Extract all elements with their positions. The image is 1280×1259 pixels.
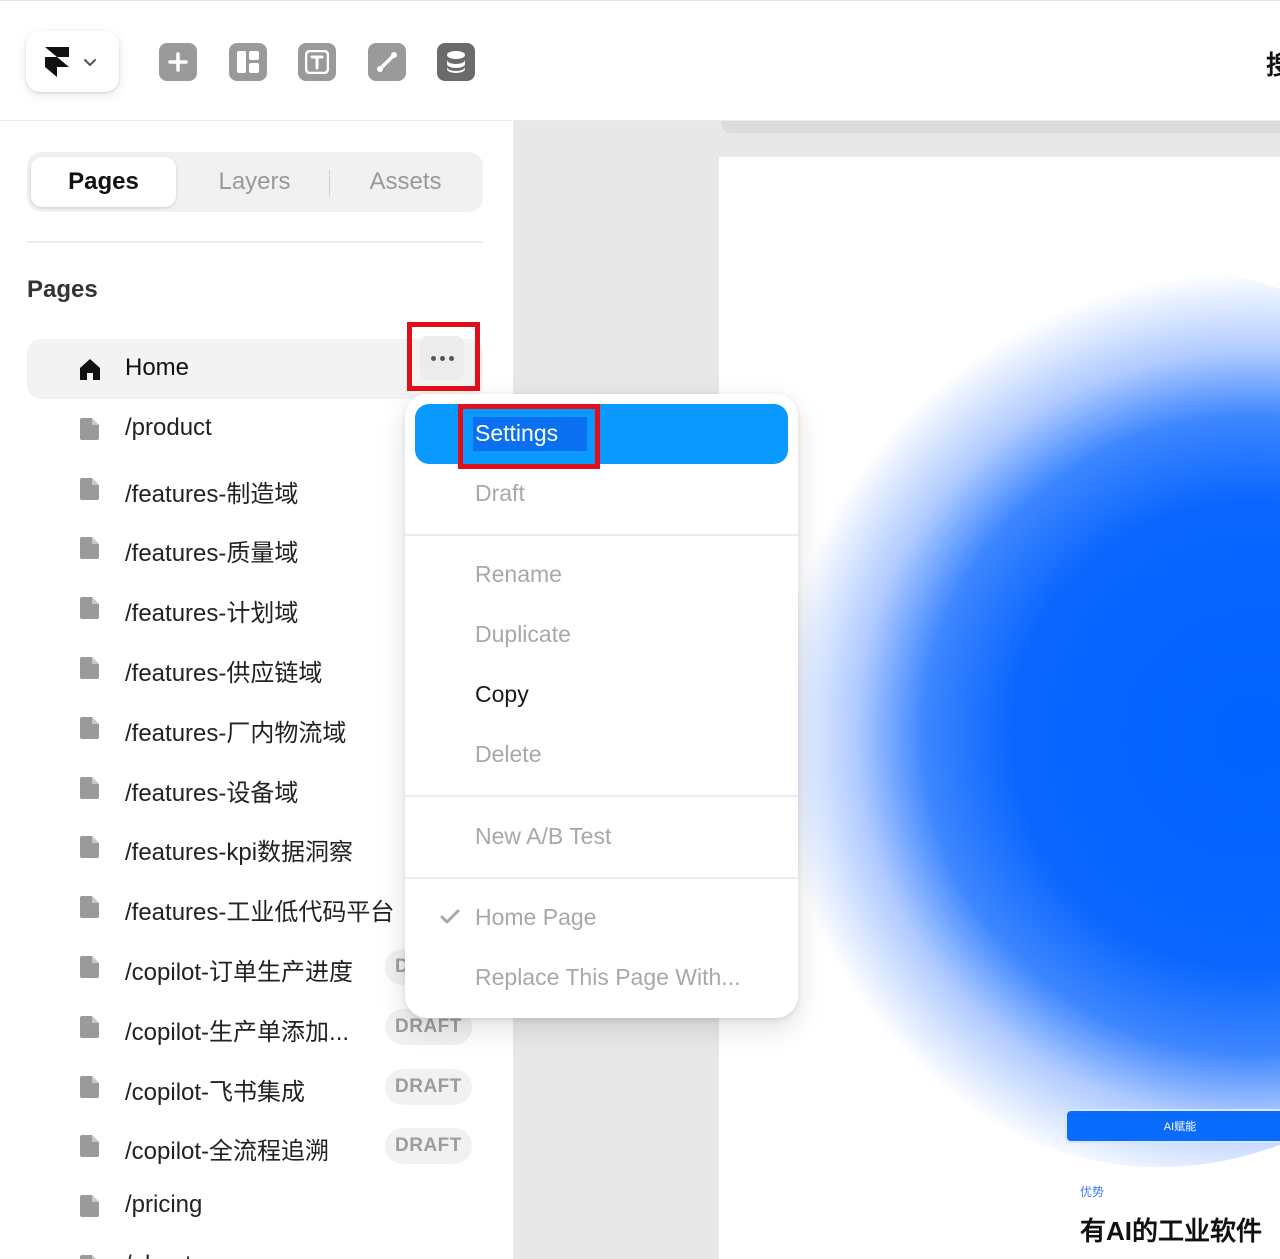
layout-icon (237, 51, 259, 73)
page-label: /features-供应链域 (125, 660, 323, 687)
text-button[interactable] (298, 43, 336, 81)
annotation-highlight-box (407, 322, 480, 391)
page-label: /features-kpi数据洞察 (125, 839, 354, 867)
page-label: /product (125, 413, 212, 441)
section-kicker: 优势 (1080, 1185, 1105, 1199)
ai-badge: AI赋能 (1065, 1109, 1280, 1143)
database-icon (447, 51, 465, 73)
page-label: /about (125, 1251, 192, 1259)
layout-button[interactable] (229, 43, 267, 81)
page-label: Home (125, 354, 190, 381)
page-icon (80, 776, 99, 799)
tab-separator (329, 170, 330, 196)
menu-item-label: Draft (475, 480, 525, 506)
page-icon (80, 1075, 99, 1098)
framer-logo-icon (45, 46, 69, 77)
toolbar-cut-text[interactable]: 搜 (1266, 45, 1280, 82)
page-label: /features-制造域 (125, 480, 299, 508)
page-context-menu: Settings Draft Rename Duplicate Copy Del… (405, 394, 798, 1018)
page-icon (80, 1255, 96, 1259)
page-icon (80, 1135, 99, 1158)
page-icon (80, 716, 99, 739)
page-frame-preview[interactable]: AI赋能 优势 有AI的工业软件 (719, 157, 1280, 1259)
page-icon (80, 537, 99, 560)
page-label: /copilot-订单生产进度 (125, 959, 354, 986)
page-label: /features-厂内物流域 (125, 719, 347, 747)
insert-icon (168, 52, 188, 72)
menu-item-label: Delete (475, 741, 542, 767)
insert-button[interactable] (159, 43, 197, 81)
menu-item-label: Copy (475, 681, 529, 707)
page-label: /copilot-生产单添加... (125, 1018, 350, 1046)
page-label: /features-工业低代码平台 (125, 899, 395, 927)
pages-section-title: Pages (27, 276, 98, 303)
page-icon (80, 657, 99, 679)
menu-item-duplicate[interactable]: Duplicate (415, 605, 788, 665)
section-headline: 有AI的工业软件 (1080, 1216, 1263, 1246)
menu-item-label: Replace This Page With... (475, 964, 741, 990)
tab-assets[interactable]: Assets (333, 157, 478, 207)
page-label: /pricing (125, 1191, 203, 1219)
cms-button[interactable] (437, 43, 475, 81)
menu-divider (405, 795, 798, 797)
page-label: /copilot-飞书集成 (125, 1078, 306, 1106)
panel-tabs: Pages Layers Assets (27, 152, 483, 212)
page-list-item[interactable]: /about (27, 1236, 483, 1259)
page-icon (80, 896, 99, 919)
menu-item-draft[interactable]: Draft (415, 464, 788, 524)
page-icon (80, 1015, 99, 1038)
top-toolbar: 搜 (0, 0, 1280, 121)
menu-item-label: Home Page (475, 904, 597, 930)
draft-badge: DRAFT (385, 1128, 472, 1165)
blue-glow-graphic (769, 267, 1280, 1167)
page-icon (80, 417, 99, 440)
page-icon (80, 597, 99, 620)
checkmark-icon (440, 909, 460, 924)
chevron-down-icon (84, 58, 96, 66)
page-list-item[interactable]: /copilot-飞书集成 DRAFT (27, 1057, 483, 1117)
page-icon (80, 956, 99, 978)
annotation-highlight-box (458, 404, 600, 469)
link-icon (377, 52, 397, 72)
canvas-top-frame (721, 121, 1280, 133)
home-icon (80, 359, 100, 380)
menu-item-label: Duplicate (475, 621, 571, 647)
page-label: /features-质量域 (125, 540, 299, 568)
link-button[interactable] (368, 43, 406, 81)
page-label: /features-设备域 (125, 779, 299, 807)
tab-pages[interactable]: Pages (31, 157, 176, 207)
menu-item-replace-page[interactable]: Replace This Page With... (415, 948, 788, 1008)
menu-item-label: New A/B Test (475, 823, 612, 849)
page-icon (80, 1195, 99, 1218)
menu-divider (405, 534, 798, 536)
sidebar-divider (27, 241, 483, 243)
menu-item-home-page[interactable]: Home Page (415, 888, 788, 948)
page-list-item[interactable]: /copilot-全流程追溯 DRAFT (27, 1116, 483, 1176)
menu-divider (405, 877, 798, 879)
page-icon (80, 477, 99, 500)
page-icon (80, 836, 99, 859)
page-label: /features-计划域 (125, 600, 299, 628)
menu-item-copy[interactable]: Copy (415, 665, 788, 725)
app-menu-button[interactable] (26, 31, 119, 92)
page-list-item[interactable]: /pricing (27, 1176, 483, 1236)
menu-item-rename[interactable]: Rename (415, 545, 788, 605)
text-icon (305, 50, 329, 74)
menu-item-label: Rename (475, 561, 562, 587)
draft-badge: DRAFT (385, 1068, 472, 1105)
page-label: /copilot-全流程追溯 (125, 1138, 330, 1166)
menu-item-new-ab-test[interactable]: New A/B Test (415, 807, 788, 867)
tab-layers[interactable]: Layers (182, 157, 327, 207)
menu-item-delete[interactable]: Delete (415, 725, 788, 785)
